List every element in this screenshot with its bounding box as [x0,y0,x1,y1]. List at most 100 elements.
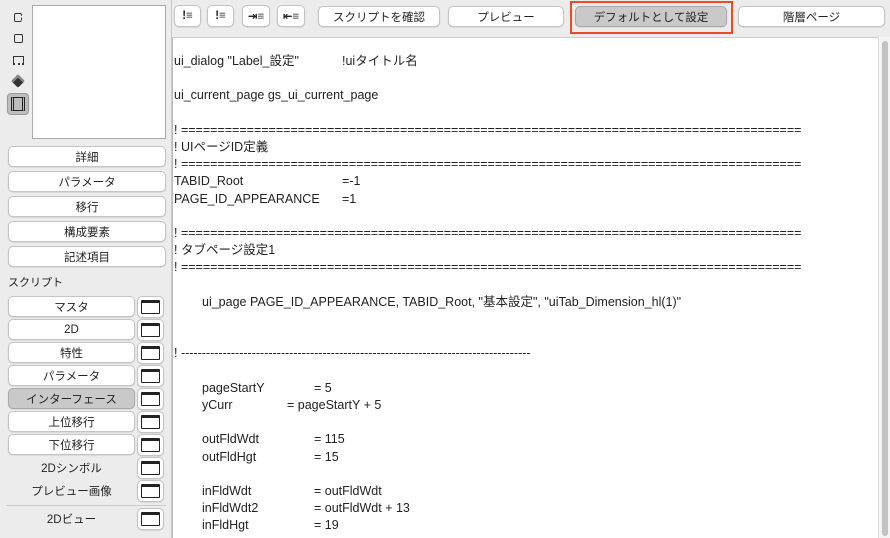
code-text: ! ======================================… [174,122,802,137]
code-text: ! ======================================… [174,226,802,240]
window-icon [141,415,160,429]
window-icon [141,346,160,360]
code-line: ! ======================================… [174,156,874,173]
divider [6,505,166,506]
section-button[interactable]: パラメータ [8,171,166,192]
preview-box [32,5,166,139]
script-button[interactable]: マスタ [8,296,135,317]
code-value: = 5 [314,380,332,395]
comment-block-button[interactable]: !≡ [174,5,201,27]
square-icon[interactable] [9,30,27,46]
open-script-window-button[interactable] [137,365,164,387]
window-icon [141,369,160,383]
code-text: inFldWdt2 [202,501,259,516]
code-line: ! タブページ設定1 [174,242,874,259]
script-editor[interactable]: ui_dialog "Label_設定" !uiタイトル名 ui_current_p… [172,37,878,538]
script-button[interactable]: インターフェース [8,388,135,409]
code-line: ui_dialog "Label_設定" !uiタイトル名 [174,53,874,70]
window-icon [141,392,160,406]
window-icon [141,323,160,337]
2d-view-icon[interactable] [9,9,27,25]
uncomment-block-button[interactable]: !≡ [207,5,234,27]
script-button[interactable]: 特性 [8,342,135,363]
open-script-window-button[interactable] [137,480,164,502]
open-script-window-button[interactable] [137,388,164,410]
preview-button[interactable]: プレビュー [448,6,564,27]
code-value: = 19 [314,518,339,533]
code-line: outFldWdt = 115 [202,431,878,448]
code-text: ! ======================================… [174,157,802,172]
window-icon [141,438,160,452]
code-line: yCurr = pageStartY + 5 [202,397,878,414]
code-line: ! ======================================… [174,225,874,242]
code-text: ! ======================================… [174,260,802,275]
comment-icon: !≡ [182,10,193,22]
code-text: ! --------------------------------------… [174,346,531,361]
script-button[interactable]: パラメータ [8,365,135,386]
code-line: ! ======================================… [174,259,874,276]
code-text: inFldHgt [202,518,249,533]
open-script-window-button[interactable] [137,319,164,341]
code-value: = pageStartY + 5 [287,398,382,412]
code-text: TABID_Root [174,174,244,189]
code-line: ! ======================================… [174,122,874,139]
code-text: ui_page PAGE_ID_APPEARANCE, TABID_Root, … [202,294,682,309]
code-line: ! --------------------------------------… [174,345,874,362]
code-text: outFldWdt [202,432,259,447]
outdent-button[interactable]: ⇤≡ [277,5,305,27]
open-script-window-button[interactable] [137,434,164,456]
open-script-window-button[interactable] [137,411,164,433]
code-line: ! UIページID定義 [174,139,874,156]
code-line: outFldHgt = 15 [202,449,878,466]
floor-plan-icon[interactable] [9,52,27,68]
section-button[interactable]: 構成要素 [8,221,166,242]
open-script-window-button[interactable] [137,342,164,364]
script-button[interactable]: 2D [8,319,135,340]
script-button[interactable]: 2Dシンボル [8,457,135,478]
script-button[interactable]: 上位移行 [8,411,135,432]
indent-icon: ⇥≡ [247,11,265,23]
code-line: inFldHgt = 19 [202,517,878,534]
script-button[interactable]: 下位移行 [8,434,135,455]
code-text: yCurr [202,398,233,412]
window-icon [141,484,160,498]
section-button[interactable]: 詳細 [8,146,166,167]
code-line: inFldWdt = outFldWdt [202,483,878,500]
code-text: ! タブページ設定1 [174,243,276,258]
code-value: =1 [342,191,357,206]
section-button[interactable]: 記述項目 [8,246,166,267]
scrollbar[interactable] [878,37,890,538]
open-script-window-button[interactable] [137,457,164,479]
code-value: =-1 [342,174,361,189]
code-line: pageStartY = 5 [202,380,878,397]
indent-button[interactable]: ⇥≡ [242,5,270,27]
code-line: ui_page PAGE_ID_APPEARANCE, TABID_Root, … [202,294,878,311]
hierarchy-page-button[interactable]: 階層ページ [738,6,885,27]
scrollbar-thumb[interactable] [882,41,888,536]
check-script-button[interactable]: スクリプトを確認 [318,6,440,27]
open-2d-view-button[interactable] [137,508,164,530]
window-icon [141,300,160,314]
script-button[interactable]: プレビュー画像 [8,480,135,501]
interface-script-icon[interactable] [7,93,29,115]
outdent-icon: ⇤≡ [282,11,300,23]
code-line: inFldWdt2 = outFldWdt + 13 [202,500,878,517]
section-button[interactable]: 移行 [8,196,166,217]
code-text: ui_current_page gs_ui_current_page [174,88,379,103]
code-value: !uiタイトル名 [342,54,418,68]
set-as-default-button[interactable]: デフォルトとして設定 [575,6,727,27]
open-script-window-button[interactable] [137,296,164,318]
3d-cube-icon[interactable] [9,73,27,89]
code-text: PAGE_ID_APPEARANCE [174,191,320,206]
uncomment-icon: !≡ [215,10,226,22]
code-text: pageStartY [202,380,265,395]
